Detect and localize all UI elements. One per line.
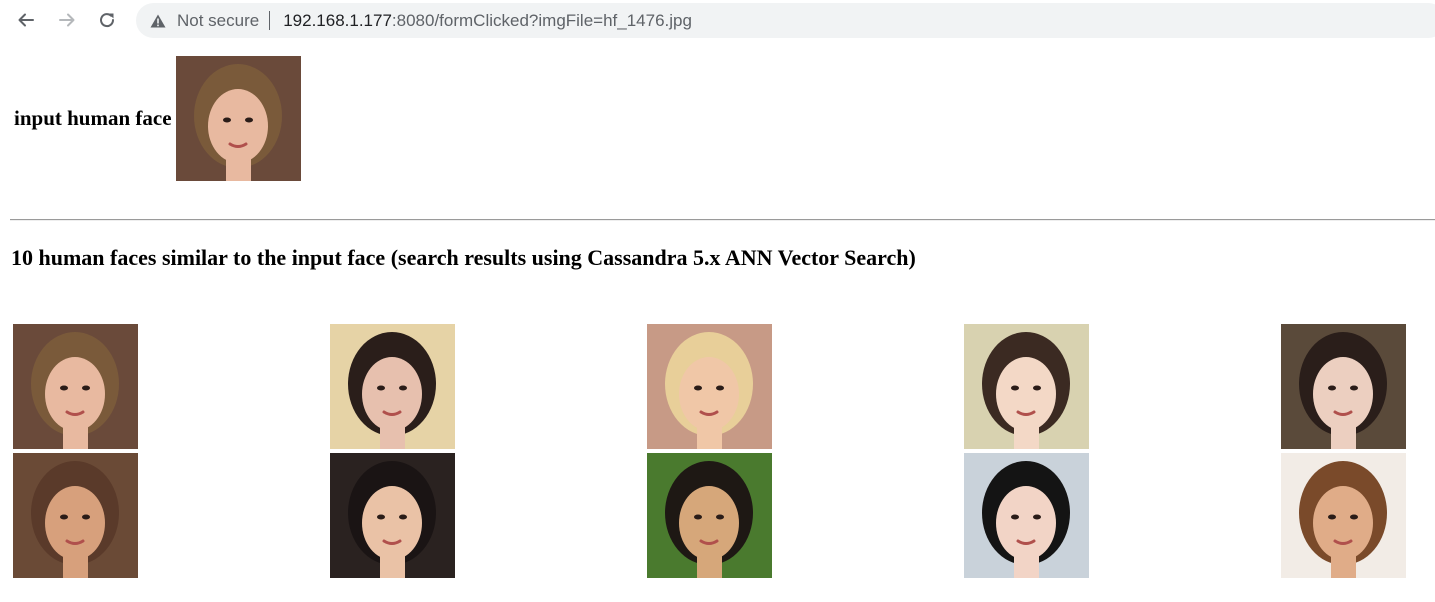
reload-icon	[100, 13, 115, 28]
result-face-image	[964, 324, 1089, 449]
security-status[interactable]: Not secure	[177, 11, 259, 31]
input-face-section: input human face	[12, 56, 301, 181]
results-heading: 10 human faces similar to the input face…	[11, 245, 916, 270]
result-face-image	[13, 453, 138, 578]
result-face-image	[647, 324, 772, 449]
address-bar[interactable]: Not secure 192.168.1.177:8080/formClicke…	[136, 3, 1435, 38]
input-face-image	[175, 56, 301, 181]
address-divider	[269, 11, 271, 30]
arrow-left-icon	[18, 13, 34, 27]
back-button[interactable]	[12, 6, 40, 34]
result-face-image	[330, 453, 455, 578]
results-row	[13, 324, 1413, 449]
divider	[10, 219, 1435, 221]
forward-button[interactable]	[53, 6, 81, 34]
url-path: :8080/formClicked?imgFile=hf_1476.jpg	[391, 10, 692, 30]
result-face-image	[13, 324, 138, 449]
input-face-label: input human face	[14, 106, 172, 130]
url-host: 192.168.1.177	[283, 10, 392, 30]
reload-button[interactable]	[93, 6, 121, 34]
results-row	[13, 453, 1413, 578]
arrow-right-icon	[59, 13, 75, 27]
browser-toolbar: Not secure 192.168.1.177:8080/formClicke…	[0, 0, 1435, 42]
result-face-image	[1281, 453, 1406, 578]
result-face-image	[964, 453, 1089, 578]
result-face-image	[1281, 324, 1406, 449]
warning-triangle-icon	[150, 13, 166, 29]
result-face-image	[647, 453, 772, 578]
result-face-image	[330, 324, 455, 449]
